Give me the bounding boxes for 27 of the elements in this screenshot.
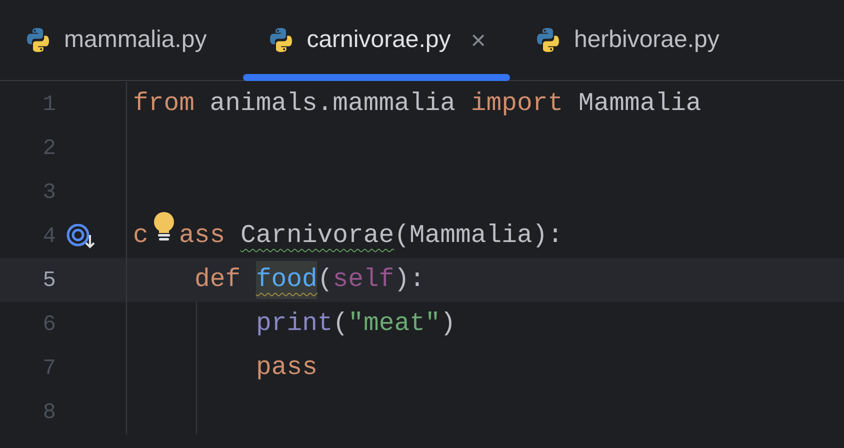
code-text: Carnivorae xyxy=(240,220,394,252)
line-number: 5 xyxy=(42,266,56,294)
tab-label: carnivorae.py xyxy=(306,25,451,55)
close-tab-button[interactable]: × xyxy=(470,20,486,60)
editor-tab[interactable]: herbivorae.py xyxy=(510,0,744,80)
tab-label: herbivorae.py xyxy=(574,25,720,55)
code-text: (Mammalia): xyxy=(394,220,564,252)
builtin-name: print xyxy=(256,308,333,340)
keyword: ass xyxy=(179,220,226,252)
keyword: def xyxy=(194,264,241,296)
editor-tab[interactable]: carnivorae.py × xyxy=(242,0,510,80)
python-icon xyxy=(24,26,52,54)
keyword: import xyxy=(470,88,564,120)
code-text: ): xyxy=(394,264,425,296)
keyword: from xyxy=(133,88,194,120)
code-text: ( xyxy=(332,308,348,340)
keyword: c xyxy=(133,220,148,252)
code-text: ) xyxy=(440,308,456,340)
keyword: pass xyxy=(256,352,318,384)
code-text: animals.mammalia xyxy=(210,88,456,120)
code-text: Mammalia xyxy=(578,88,702,120)
function-name: food xyxy=(256,260,318,300)
code-text: ( xyxy=(317,264,333,296)
editor-tab[interactable]: mammalia.py xyxy=(0,0,243,80)
string-literal: "meat" xyxy=(348,308,440,340)
self-parameter: self xyxy=(332,264,394,296)
tab-label: mammalia.py xyxy=(64,25,207,55)
